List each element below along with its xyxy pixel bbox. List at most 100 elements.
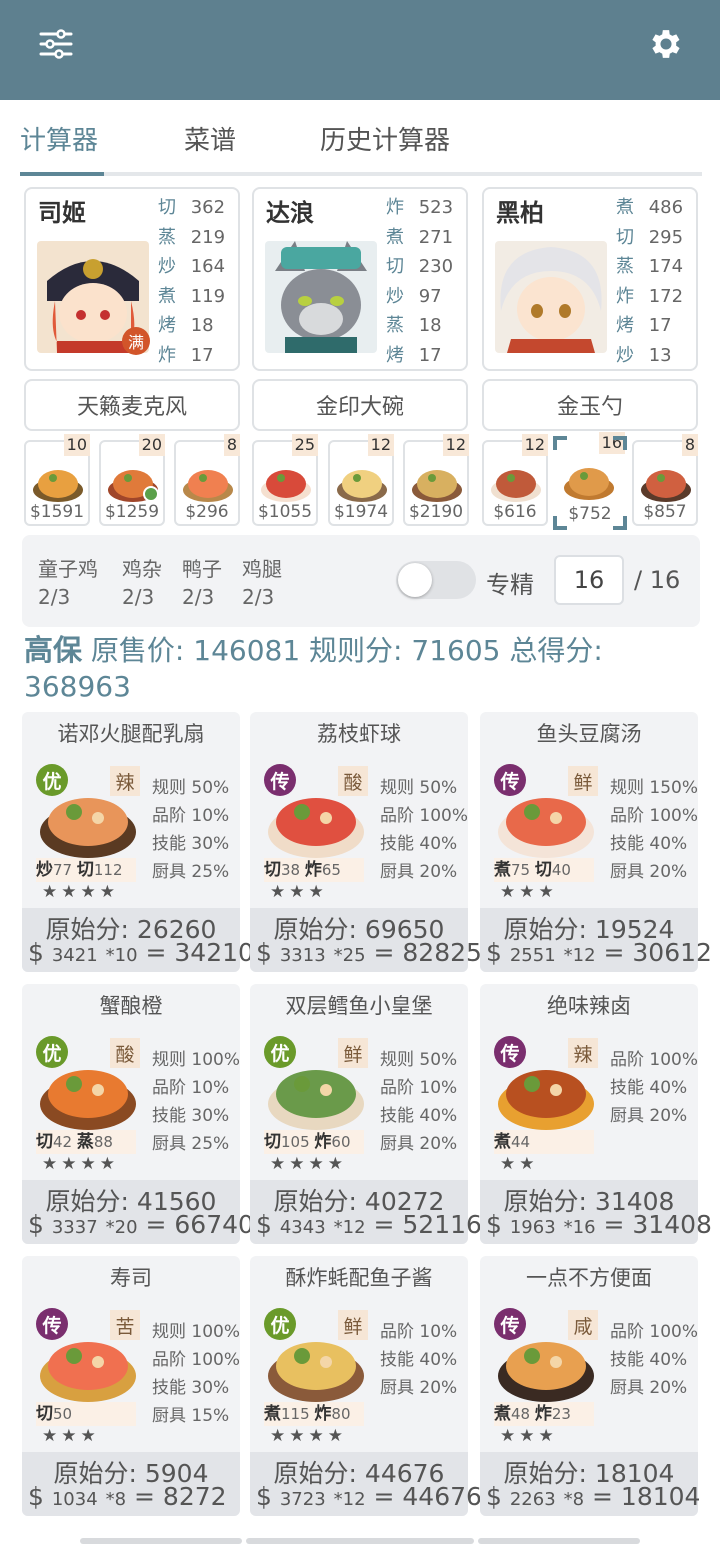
recipe-card[interactable]: 蟹酿橙 优 酸 规则 100% 品阶 10% 技能 30% 厨具 25% 切42 蒸8… [22,984,254,1244]
material-item[interactable]: 鸡腿 2/3 [242,555,282,611]
recipe-title: 鱼头豆腐汤 [536,722,642,746]
skill-name: 炒 [36,860,53,880]
dish-image [412,470,462,502]
tab-history[interactable]: 历史计算器 [320,120,450,157]
rarity-badge: 传 [494,1308,526,1340]
dish-slot[interactable]: 25 $1055 [252,434,318,526]
skill-name: 炒 [616,344,634,366]
recipe-card[interactable]: 寿司 传 苦 规则 100% 品阶 100% 技能 30% 厨具 15% 切50 ★★… [22,1256,240,1516]
recipe-card[interactable]: 绝味辣卤 传 辣 品阶 100% 技能 40% 厨具 20% 煮44 ★★ 原始分:… [480,984,712,1244]
score-box: 原始分: 26260 $ 3421 *10 = 34210 [22,908,254,972]
tab-underline [20,172,104,176]
rarity-badge: 传 [36,1308,68,1340]
rule-line: 品阶 100% [380,806,469,826]
chef-skills: 煮 486 切 295 蒸 174 炸 172 烤 17 炒 13 [616,193,683,371]
recipe-card[interactable]: 荔枝虾球 传 酸 规则 50% 品阶 100% 技能 40% 厨具 20% 切38 炸… [250,712,482,972]
rule-line: 技能 40% [610,1078,688,1098]
equipment-button[interactable]: 金玉勺 [482,379,698,431]
skill-name: 炸 [534,1404,552,1424]
dish-price: $1591 [29,502,85,522]
rule-line: 厨具 20% [380,1134,458,1154]
material-item[interactable]: 鸭子 2/3 [182,555,222,611]
skill-value: 219 [190,226,226,248]
chef-card[interactable]: 司姬 满 切 362 蒸 219 炒 164 煮 119 烤 18 炸 17 [24,187,240,371]
tab-calculator[interactable]: 计算器 [20,120,98,157]
recipe-card[interactable]: 一点不方便面 传 咸 品阶 100% 技能 40% 厨具 20% 煮48 炸23 ★… [480,1256,701,1516]
recipe-card[interactable]: 酥炸蚝配鱼子酱 优 鲜 品阶 10% 技能 40% 厨具 20% 煮115 炸80 … [250,1256,482,1516]
recipe-title: 寿司 [110,1266,152,1290]
dish-slot[interactable]: 12 $2190 [403,434,469,526]
skill-value: 230 [418,256,454,278]
skill-name: 烤 [158,315,176,337]
skill-name: 切 [264,1132,281,1152]
unit-price: 3723 [279,1489,326,1510]
material-item[interactable]: 童子鸡 2/3 [38,555,98,611]
dish-image [261,470,311,502]
chef-card[interactable]: 达浪 炸 523 煮 271 切 230 炒 97 蒸 18 烤 17 [252,187,468,371]
dish-count: 12 [367,434,394,456]
skill-name: 炸 [314,1132,332,1152]
toggle-knob [398,563,432,597]
material-item[interactable]: 鸡杂 2/3 [122,555,162,611]
recipe-card[interactable]: 诺邓火腿配乳扇 优 辣 规则 50% 品阶 10% 技能 30% 厨具 25% 炒77… [22,712,254,972]
skill-value: 17 [190,344,214,366]
skill-value: 42 [53,1133,73,1151]
page-indicator [80,1538,242,1544]
line-total: = 34210 [145,938,254,967]
rule-line: 厨具 20% [610,1106,688,1126]
tab-recipes[interactable]: 菜谱 [184,120,236,157]
rule-line: 技能 40% [610,1350,688,1370]
dish-slot[interactable]: 12 $616 [482,434,548,526]
flavor-tag: 酸 [338,766,368,796]
rule-list: 规则 100% 品阶 100% 技能 30% 厨具 15% [152,1318,240,1430]
rarity-badge: 传 [264,764,296,796]
equipment-button[interactable]: 天籁麦克风 [24,379,240,431]
rule-line: 技能 30% [152,1106,230,1126]
recipe-card[interactable]: 双层鳕鱼小皇堡 优 鲜 规则 50% 品阶 10% 技能 40% 厨具 20% 切10… [250,984,482,1244]
rule-line: 品阶 100% [610,1322,699,1342]
equipment-button[interactable]: 金印大碗 [252,379,468,431]
specialize-toggle[interactable] [396,561,476,599]
dish-count: 25 [291,434,318,456]
skill-value: 112 [93,861,123,879]
rule-line: 技能 40% [380,1106,458,1126]
rule-list: 品阶 10% 技能 40% 厨具 20% [380,1318,457,1402]
rule-line: 规则 50% [380,778,458,798]
price-calc: $ 2263 *8 = 18104 [486,1482,701,1511]
dish-slot[interactable]: 20 $1259 [99,434,165,526]
dish-count: 10 [63,434,90,456]
dish-slot[interactable]: 10 $1591 [24,434,90,526]
skill-value: 13 [648,344,672,366]
dish-slot[interactable]: 8 $296 [174,434,240,526]
score-box: 原始分: 41560 $ 3337 *20 = 66740 [22,1180,254,1244]
sliders-icon[interactable] [34,22,78,66]
line-total: = 18104 [592,1482,701,1511]
dish-slot[interactable]: 8 $857 [632,434,698,526]
quantity: *16 [563,1217,596,1238]
dish-slot[interactable]: 16 $752 [553,432,627,530]
skill-name: 煮 [158,285,176,307]
rule-line: 品阶 100% [610,806,699,826]
level-max: / 16 [634,566,681,594]
skill-name: 切 [386,256,404,278]
dish-slot[interactable]: 12 $1974 [328,434,394,526]
chef-name: 司姬 [38,199,86,227]
star-rating: ★★★★ [42,882,119,902]
level-input[interactable] [554,555,624,605]
rarity-badge: 优 [36,1036,68,1068]
recipe-card[interactable]: 鱼头豆腐汤 传 鲜 规则 150% 品阶 100% 技能 40% 厨具 20% 煮75… [480,712,712,972]
dish-count: 8 [223,434,240,456]
material-name: 鸭子 [182,557,222,581]
quantity: *8 [105,1489,127,1510]
skill-name: 蒸 [76,1132,94,1152]
rule-line: 厨具 25% [152,862,230,882]
page-indicator [478,1538,640,1544]
recipe-title: 双层鳕鱼小皇堡 [285,994,433,1018]
gear-icon[interactable] [644,22,688,66]
dish-price: $2190 [408,502,464,522]
chef-card[interactable]: 黑柏 煮 486 切 295 蒸 174 炸 172 烤 17 炒 13 [482,187,698,371]
flavor-tag: 酸 [110,1038,140,1068]
unit-price: 2551 [509,945,556,966]
chef-portrait [495,241,607,353]
flavor-tag: 鲜 [568,766,598,796]
